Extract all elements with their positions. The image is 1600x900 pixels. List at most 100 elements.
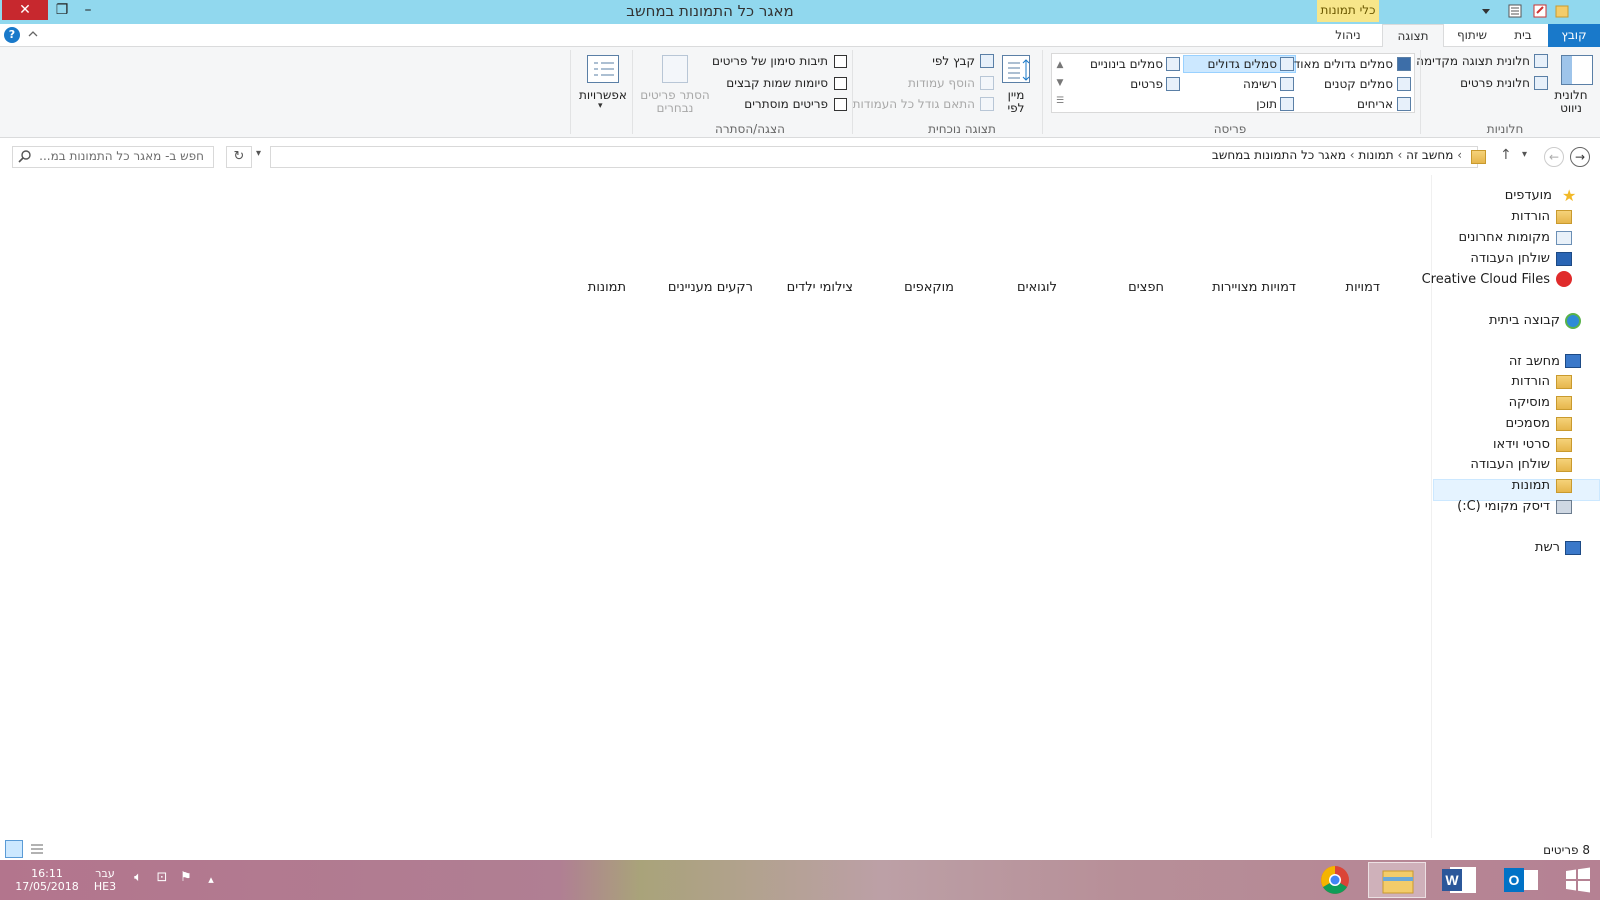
tiles-icon[interactable] — [1397, 97, 1411, 111]
minimize-button[interactable]: – — [76, 0, 100, 20]
search-input[interactable]: חפש ב- מאגר כל התמונות במ... — [36, 149, 204, 163]
contextual-tab-picture-tools[interactable]: כלי תמונות — [1317, 0, 1379, 22]
small-icons-button[interactable]: סמלים קטנים — [1300, 77, 1393, 91]
group-by-button[interactable]: קבץ לפי — [880, 54, 975, 68]
large-icons-icon[interactable] — [1280, 57, 1294, 71]
documents-folder-icon — [1556, 417, 1572, 431]
recent-places-icon — [1556, 231, 1572, 245]
homegroup-icon — [1565, 313, 1581, 329]
small-icons-icon[interactable] — [1397, 77, 1411, 91]
collapse-ribbon-icon[interactable] — [26, 26, 40, 42]
clock-date: 17/05/2018 — [15, 880, 79, 893]
file-list-area[interactable] — [0, 175, 1430, 838]
nav-downloads[interactable]: הורדות — [1440, 374, 1550, 389]
item-checkboxes-checkbox[interactable] — [834, 55, 847, 68]
network-tray-icon[interactable]: ⊡ — [154, 870, 170, 885]
volume-icon[interactable]: 🔈︎ — [130, 870, 146, 885]
details-pane-icon[interactable] — [1534, 76, 1548, 90]
sort-by-label-1[interactable]: מיין — [1000, 88, 1032, 102]
details-button[interactable]: פרטים — [1070, 77, 1163, 91]
show-hidden-icons[interactable]: ▴ — [205, 873, 217, 886]
nav-fav-desktop[interactable]: שולחן העבודה — [1440, 251, 1550, 266]
recent-locations-dropdown[interactable]: ▾ — [1522, 149, 1527, 160]
tab-share[interactable]: שיתוף — [1446, 24, 1498, 47]
medium-icons-button[interactable]: סמלים בינוניים — [1070, 57, 1163, 71]
nav-music[interactable]: מוסיקה — [1440, 395, 1550, 410]
breadcrumb-pictures[interactable]: תמונות — [1358, 148, 1393, 162]
sort-by-icon[interactable] — [1002, 55, 1030, 83]
folder-mockups[interactable]: מוקאפים — [850, 280, 954, 295]
nav-recent-places[interactable]: מקומות אחרונים — [1440, 230, 1550, 245]
nav-pictures[interactable]: תמונות — [1440, 478, 1550, 493]
nav-documents[interactable]: מסמכים — [1440, 416, 1550, 431]
extra-large-icons-icon[interactable] — [1397, 57, 1411, 71]
help-icon[interactable]: ? — [4, 27, 20, 43]
nav-creative-cloud[interactable]: Creative Cloud Files — [1420, 272, 1550, 287]
list-button[interactable]: רשימה — [1185, 77, 1277, 91]
options-icon[interactable] — [587, 55, 619, 83]
details-view-icon[interactable] — [28, 840, 46, 858]
nav-desktop[interactable]: שולחן העבודה — [1440, 457, 1550, 472]
close-button[interactable]: ✕ — [2, 0, 48, 20]
medium-icons-icon[interactable] — [1166, 57, 1180, 71]
options-button[interactable]: אפשרויות — [570, 88, 636, 102]
clock[interactable]: 16:11 17/05/2018 — [12, 867, 82, 893]
word-taskbar-button[interactable]: W — [1430, 862, 1488, 898]
content-icon[interactable] — [1280, 97, 1294, 111]
qat-dropdown-icon[interactable] — [1478, 3, 1494, 19]
nav-local-disk[interactable]: דיסק מקומי (C:) — [1440, 499, 1550, 514]
nav-fav-downloads[interactable]: הורדות — [1440, 209, 1550, 224]
new-folder-icon[interactable] — [1532, 3, 1548, 19]
folder-logos[interactable]: לוגואים — [960, 280, 1057, 295]
folder-pictures[interactable]: תמונות — [560, 280, 626, 295]
large-icons-button[interactable]: סמלים גדולים — [1185, 57, 1277, 71]
chrome-taskbar-button[interactable] — [1306, 862, 1364, 898]
nav-this-pc[interactable]: מחשב זה — [1440, 354, 1560, 369]
tab-home[interactable]: בית — [1500, 24, 1546, 47]
breadcrumb-current-folder[interactable]: מאגר כל התמונות במחשב — [1212, 148, 1346, 162]
list-icon[interactable] — [1280, 77, 1294, 91]
refresh-button[interactable]: ↻ — [226, 146, 252, 168]
nav-network[interactable]: רשת — [1440, 540, 1560, 555]
details-icon[interactable] — [1166, 77, 1180, 91]
folder-cartoon-characters[interactable]: דמויות מצויירות — [1170, 280, 1296, 295]
tab-file[interactable]: קובץ — [1548, 24, 1600, 47]
address-dropdown-icon[interactable]: ▾ — [256, 148, 261, 159]
hidden-items-checkbox[interactable] — [834, 98, 847, 111]
properties-icon[interactable] — [1507, 3, 1523, 19]
layout-gallery-scroll[interactable]: ▲ ▼ ☰ — [1054, 56, 1066, 112]
input-language[interactable]: עבר HE3 — [88, 867, 122, 893]
search-icon[interactable] — [18, 149, 32, 163]
restore-button[interactable]: ❐ — [50, 0, 74, 20]
outlook-taskbar-button[interactable]: O — [1492, 862, 1550, 898]
large-icons-view-icon[interactable] — [5, 840, 23, 858]
nav-favorites[interactable]: מועדפים — [1440, 188, 1552, 203]
file-explorer-taskbar-button[interactable] — [1368, 862, 1426, 898]
group-by-icon[interactable] — [980, 54, 994, 68]
navigation-pane-label-1[interactable]: חלונית — [1548, 88, 1594, 102]
up-button[interactable]: ↑ — [1500, 147, 1512, 163]
folder-kids-photos[interactable]: צילומי ילדים — [740, 280, 853, 295]
size-all-columns-icon — [980, 97, 994, 111]
preview-pane-icon[interactable] — [1534, 54, 1548, 68]
hide-selected-label-2: נבחרים — [656, 101, 694, 115]
back-button[interactable]: → — [1570, 147, 1590, 167]
tab-view[interactable]: תצוגה — [1382, 24, 1444, 48]
nav-homegroup[interactable]: קבוצה ביתית — [1440, 313, 1560, 328]
tab-manage[interactable]: ניהול — [1318, 24, 1378, 47]
tiles-button[interactable]: אריחים — [1300, 97, 1393, 111]
start-button[interactable] — [1564, 866, 1592, 894]
options-dropdown-icon[interactable]: ▾ — [598, 101, 603, 111]
item-checkboxes-label[interactable]: תיבות סימון של פריטים — [690, 54, 828, 68]
content-button[interactable]: תוכן — [1185, 97, 1277, 111]
flag-icon[interactable]: ⚑ — [178, 870, 194, 885]
extra-large-icons-button[interactable]: סמלים גדולים מאוד — [1294, 57, 1393, 71]
nav-videos[interactable]: סרטי וידאו — [1440, 437, 1550, 452]
sort-by-label-2[interactable]: לפי — [1000, 101, 1032, 115]
navigation-pane-icon[interactable] — [1561, 55, 1593, 85]
file-extensions-checkbox[interactable] — [834, 77, 847, 90]
folder-interesting-backgrounds[interactable]: רקעים מעניינים — [640, 280, 753, 295]
breadcrumb-this-pc[interactable]: מחשב זה — [1406, 148, 1453, 162]
folder-objects[interactable]: חפצים — [1070, 280, 1164, 295]
navigation-pane-label-2[interactable]: ניווט — [1548, 101, 1594, 115]
